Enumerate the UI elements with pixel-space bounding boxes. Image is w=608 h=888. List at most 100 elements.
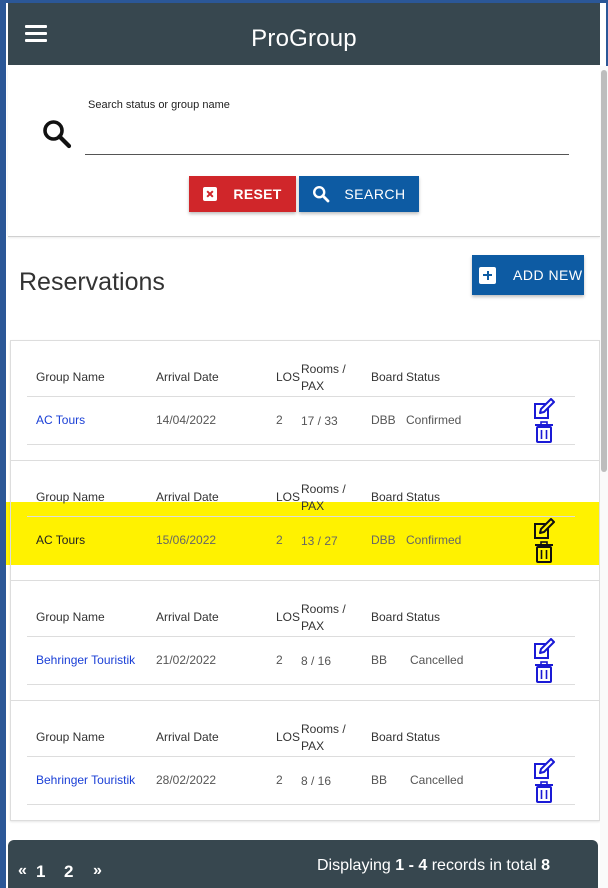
next-page-button[interactable]: » (93, 862, 102, 880)
page-2-button[interactable]: 2 (64, 862, 73, 882)
column-headers: Group Name Arrival Date LOS Rooms / PAX … (27, 718, 575, 757)
header-rooms-pax: Rooms / PAX (301, 602, 346, 633)
plus-icon (479, 266, 496, 284)
prev-page-button[interactable]: « (18, 862, 27, 880)
add-new-button-label: ADD NEW (513, 267, 583, 283)
reset-button-label: RESET (233, 186, 282, 202)
header-arrival-date: Arrival Date (156, 610, 219, 624)
trash-icon[interactable] (533, 541, 555, 563)
edit-icon[interactable] (532, 638, 556, 662)
summary-middle: records in total (427, 857, 542, 874)
header-status: Status (406, 730, 441, 744)
board-value: BB (371, 773, 388, 787)
search-label: Search status or group name (88, 99, 230, 111)
search-panel: Search status or group name RESET SEARCH (8, 66, 600, 237)
status-value: Cancelled (410, 773, 464, 787)
header-arrival-date: Arrival Date (156, 370, 219, 384)
rooms-pax-value: 8 / 16 (301, 654, 332, 668)
group-name-link[interactable]: Behringer Touristik (36, 653, 135, 667)
rooms-pax-value: 13 / 27 (301, 534, 338, 548)
los-value: 2 (276, 653, 283, 667)
column-headers: Group Name Arrival Date LOS Rooms / PAX … (27, 598, 575, 637)
records-summary: Displaying 1 - 4 records in total 8 (317, 857, 550, 875)
reservations-list: Group Name Arrival Date LOS Rooms / PAX … (10, 340, 600, 821)
header-board: Board (371, 610, 404, 624)
pagination-bar: « 1 2 » Displaying 1 - 4 records in tota… (8, 840, 598, 888)
row-actions (532, 398, 556, 444)
page-1-button[interactable]: 1 (36, 862, 45, 882)
header-los: LOS (276, 610, 301, 624)
arrival-date: 21/02/2022 (156, 653, 217, 667)
arrival-date: 28/02/2022 (156, 773, 217, 787)
header-status: Status (406, 610, 441, 624)
scrollbar-thumb[interactable] (601, 70, 607, 472)
trash-icon[interactable] (533, 421, 555, 443)
table-row-highlighted: AC Tours 15/06/2022 2 13 / 27 DBB Confir… (27, 516, 575, 565)
arrival-date: 14/04/2022 (156, 413, 217, 427)
window-frame-left (0, 0, 6, 888)
edit-icon[interactable] (532, 518, 556, 542)
status-value: Confirmed (406, 413, 462, 427)
header-rooms-pax: Rooms / PAX (301, 722, 346, 753)
header-los: LOS (276, 370, 301, 384)
arrival-date: 15/06/2022 (156, 533, 217, 547)
reservation-card: Group Name Arrival Date LOS Rooms / PAX … (11, 461, 599, 581)
row-actions (532, 518, 556, 564)
header-board: Board (371, 730, 404, 744)
row-actions (532, 638, 556, 684)
edit-icon[interactable] (532, 758, 556, 782)
status-value: Cancelled (410, 653, 464, 667)
header-board: Board (371, 370, 404, 384)
summary-range: 1 - 4 (395, 857, 428, 874)
trash-icon[interactable] (533, 781, 555, 803)
status-value: Confirmed (406, 533, 462, 547)
search-icon (313, 185, 330, 203)
column-headers: Group Name Arrival Date LOS Rooms / PAX … (27, 358, 575, 397)
reset-button[interactable]: RESET (189, 176, 296, 212)
add-new-button[interactable]: ADD NEW (472, 255, 584, 295)
trash-icon[interactable] (533, 661, 555, 683)
reservation-card: Group Name Arrival Date LOS Rooms / PAX … (11, 341, 599, 461)
group-name-link[interactable]: Behringer Touristik (36, 773, 135, 787)
header-status: Status (406, 370, 441, 384)
close-icon (203, 187, 218, 201)
board-value: DBB (371, 413, 396, 427)
page-title: Reservations (19, 268, 165, 296)
group-name-link[interactable]: AC Tours (36, 533, 85, 547)
header-rooms-pax: Rooms / PAX (301, 362, 346, 393)
search-icon (43, 120, 72, 149)
row-actions (532, 758, 556, 804)
board-value: BB (371, 653, 388, 667)
los-value: 2 (276, 413, 283, 427)
header-group-name: Group Name (36, 610, 105, 624)
los-value: 2 (276, 773, 283, 787)
table-row: Behringer Touristik 21/02/2022 2 8 / 16 … (27, 636, 575, 685)
summary-prefix: Displaying (316, 857, 396, 874)
header-los: LOS (276, 730, 301, 744)
table-row: AC Tours 14/04/2022 2 17 / 33 DBB Confir… (27, 396, 575, 445)
header-group-name: Group Name (36, 730, 105, 744)
group-name-link[interactable]: AC Tours (36, 413, 85, 427)
summary-total: 8 (541, 857, 550, 874)
reservation-card: Group Name Arrival Date LOS Rooms / PAX … (11, 581, 599, 701)
header-group-name: Group Name (36, 370, 105, 384)
board-value: DBB (371, 533, 396, 547)
header-board: Board (371, 490, 404, 504)
column-headers: Group Name Arrival Date LOS Rooms / PAX … (27, 478, 575, 517)
app-bar: ProGroup (8, 3, 600, 65)
header-arrival-date: Arrival Date (156, 730, 219, 744)
los-value: 2 (276, 533, 283, 547)
header-status: Status (406, 490, 441, 504)
search-button[interactable]: SEARCH (299, 176, 419, 212)
app-title: ProGroup (251, 25, 357, 52)
rooms-pax-value: 8 / 16 (301, 774, 332, 788)
search-button-label: SEARCH (344, 186, 406, 202)
reservation-card: Group Name Arrival Date LOS Rooms / PAX … (11, 701, 599, 821)
search-input[interactable] (85, 118, 569, 155)
edit-icon[interactable] (532, 398, 556, 422)
header-los: LOS (276, 490, 301, 504)
header-rooms-pax: Rooms / PAX (301, 482, 346, 513)
rooms-pax-value: 17 / 33 (301, 414, 338, 428)
header-arrival-date: Arrival Date (156, 490, 219, 504)
header-group-name: Group Name (36, 490, 105, 504)
